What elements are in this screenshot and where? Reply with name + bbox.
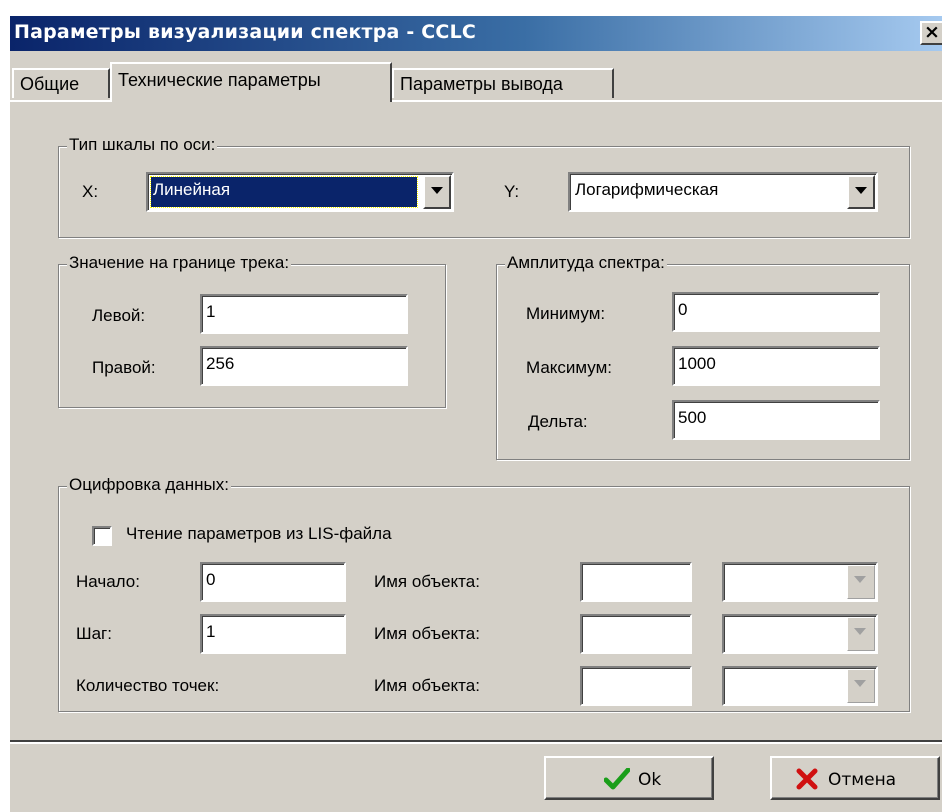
object-name-label-2: Имя объекта: xyxy=(374,624,480,643)
min-input[interactable]: 0 xyxy=(672,292,880,332)
left-bound-label: Левой: xyxy=(92,306,146,325)
tab-technical[interactable]: Технические параметры xyxy=(110,62,392,102)
delta-label: Дельта: xyxy=(528,412,588,431)
step-label: Шаг: xyxy=(76,624,112,643)
min-label: Минимум: xyxy=(526,304,606,323)
object-name-label-1: Имя объекта: xyxy=(374,572,480,591)
lis-file-checkbox-label[interactable]: Чтение параметров из LIS-файла xyxy=(126,524,392,544)
cross-icon xyxy=(796,768,818,790)
close-icon: × xyxy=(924,21,940,43)
y-scale-select[interactable]: Логарифмическая xyxy=(568,172,878,212)
chevron-down-icon xyxy=(854,576,866,583)
digitize-legend: Оцифровка данных: xyxy=(67,475,231,495)
y-axis-label: Y: xyxy=(504,182,520,201)
tab-technical-label: Технические параметры xyxy=(118,70,321,90)
right-bound-input[interactable]: 256 xyxy=(200,346,408,386)
chevron-down-icon xyxy=(431,187,443,194)
tab-output-label: Параметры вывода xyxy=(400,74,563,94)
y-scale-dropdown-button[interactable] xyxy=(847,175,875,209)
left-bound-input[interactable]: 1 xyxy=(200,294,408,334)
x-axis-label: X: xyxy=(82,182,99,201)
lis-file-checkbox[interactable] xyxy=(92,526,112,546)
window-title: Параметры визуализации спектра - CCLC xyxy=(14,21,477,43)
tab-strip: Общие Технические параметры Параметры вы… xyxy=(10,62,942,102)
object-name-select-3[interactable] xyxy=(722,666,878,706)
chevron-down-icon xyxy=(854,680,866,687)
max-input[interactable]: 1000 xyxy=(672,346,880,386)
x-scale-select[interactable]: Линейная xyxy=(146,172,454,212)
point-count-label: Количество точек: xyxy=(76,676,220,695)
check-icon xyxy=(604,768,630,790)
amplitude-legend: Амплитуда спектра: xyxy=(505,253,667,273)
step-input[interactable]: 1 xyxy=(200,614,346,654)
ok-button-label: Ok xyxy=(638,770,662,790)
object-name-label-3: Имя объекта: xyxy=(374,676,480,695)
track-boundary-legend: Значение на границе трека: xyxy=(67,253,292,273)
object-name-select-1[interactable] xyxy=(722,562,878,602)
object-name-dropdown-2[interactable] xyxy=(847,617,875,651)
x-scale-value: Линейная xyxy=(150,176,418,208)
object-name-input-3[interactable] xyxy=(580,666,692,706)
right-bound-label: Правой: xyxy=(92,358,156,377)
object-name-input-1[interactable] xyxy=(580,562,692,602)
chevron-down-icon xyxy=(854,628,866,635)
object-name-input-2[interactable] xyxy=(580,614,692,654)
cancel-button-label: Отмена xyxy=(828,770,897,790)
chevron-down-icon xyxy=(855,187,867,194)
start-label: Начало: xyxy=(76,572,140,591)
object-name-select-2[interactable] xyxy=(722,614,878,654)
track-boundary-group: Значение на границе трека: xyxy=(58,253,446,408)
footer-divider xyxy=(10,740,942,744)
max-label: Максимум: xyxy=(526,358,613,377)
scale-type-legend: Тип шкалы по оси: xyxy=(67,135,218,155)
dialog-window: Параметры визуализации спектра - CCLC × … xyxy=(8,14,942,812)
start-input[interactable]: 0 xyxy=(200,562,346,602)
tab-general-label: Общие xyxy=(20,74,80,94)
delta-input[interactable]: 500 xyxy=(672,400,880,440)
cancel-button[interactable]: Отмена xyxy=(770,756,940,800)
object-name-dropdown-3[interactable] xyxy=(847,669,875,703)
tab-panel: Тип шкалы по оси: X: Линейная Y: Логариф… xyxy=(10,100,942,740)
tab-general[interactable]: Общие xyxy=(12,68,110,98)
object-name-dropdown-1[interactable] xyxy=(847,565,875,599)
x-scale-dropdown-button[interactable] xyxy=(423,175,451,209)
tab-output[interactable]: Параметры вывода xyxy=(392,68,614,98)
title-bar[interactable]: Параметры визуализации спектра - CCLC × xyxy=(10,16,942,51)
close-button[interactable]: × xyxy=(920,21,942,45)
ok-button[interactable]: Ok xyxy=(544,756,714,800)
y-scale-value: Логарифмическая xyxy=(575,180,719,199)
